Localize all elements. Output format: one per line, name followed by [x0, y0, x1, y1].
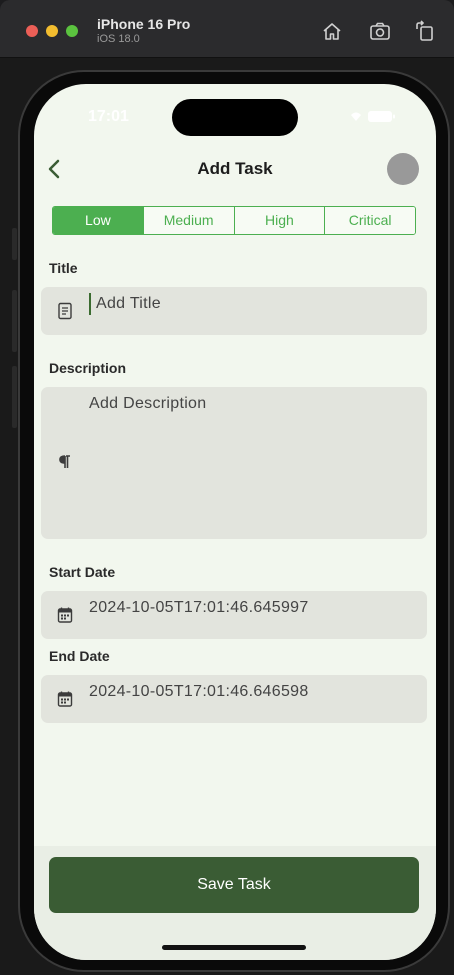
- simulator-title-bar: iPhone 16 Pro iOS 18.0: [0, 0, 454, 58]
- start-date-label: Start Date: [49, 564, 116, 580]
- save-task-button[interactable]: Save Task: [49, 857, 419, 913]
- end-date-field[interactable]: 2024-10-05T17:01:46.646598: [41, 675, 427, 723]
- rotate-icon[interactable]: [414, 20, 436, 42]
- dynamic-island: [172, 99, 298, 136]
- close-window-button[interactable]: [26, 25, 38, 37]
- device-name: iPhone 16 Pro: [97, 16, 191, 32]
- end-date-label: End Date: [49, 648, 110, 664]
- start-date-value: 2024-10-05T17:01:46.645997: [89, 599, 309, 616]
- end-date-value: 2024-10-05T17:01:46.646598: [89, 683, 309, 700]
- bottom-action-bar: Save Task: [34, 846, 436, 960]
- minimize-window-button[interactable]: [46, 25, 58, 37]
- document-icon: [57, 302, 73, 320]
- title-label: Title: [49, 260, 78, 276]
- description-field[interactable]: Add Description: [41, 387, 427, 539]
- description-placeholder: Add Description: [89, 395, 207, 412]
- battery-icon: [368, 111, 392, 122]
- os-version: iOS 18.0: [97, 33, 140, 45]
- home-icon[interactable]: [321, 20, 343, 42]
- phone-screen: 17:01 Add Task Low Medium High Critical …: [34, 84, 436, 960]
- status-icons: [351, 111, 395, 122]
- home-indicator: [162, 945, 306, 950]
- page-title: Add Task: [197, 159, 273, 178]
- text-cursor: [89, 293, 91, 315]
- priority-option-high[interactable]: High: [234, 207, 326, 234]
- volume-down-button: [12, 366, 17, 428]
- calendar-icon: [57, 690, 73, 708]
- screenshot-icon[interactable]: [369, 20, 391, 42]
- volume-up-button: [12, 290, 17, 352]
- priority-segmented-control: Low Medium High Critical: [52, 206, 416, 235]
- priority-option-critical[interactable]: Critical: [325, 207, 415, 234]
- calendar-icon: [57, 606, 73, 624]
- status-time: 17:01: [88, 108, 129, 125]
- action-button: [12, 228, 17, 260]
- paragraph-icon: [57, 453, 73, 471]
- wifi-icon: [351, 112, 361, 121]
- start-date-field[interactable]: 2024-10-05T17:01:46.645997: [41, 591, 427, 639]
- description-label: Description: [49, 360, 127, 376]
- priority-option-medium[interactable]: Medium: [143, 207, 235, 234]
- priority-option-low[interactable]: Low: [53, 207, 144, 234]
- title-field[interactable]: Add Title: [41, 287, 427, 335]
- zoom-window-button[interactable]: [66, 25, 78, 37]
- title-placeholder: Add Title: [96, 295, 161, 312]
- avatar[interactable]: [387, 153, 419, 185]
